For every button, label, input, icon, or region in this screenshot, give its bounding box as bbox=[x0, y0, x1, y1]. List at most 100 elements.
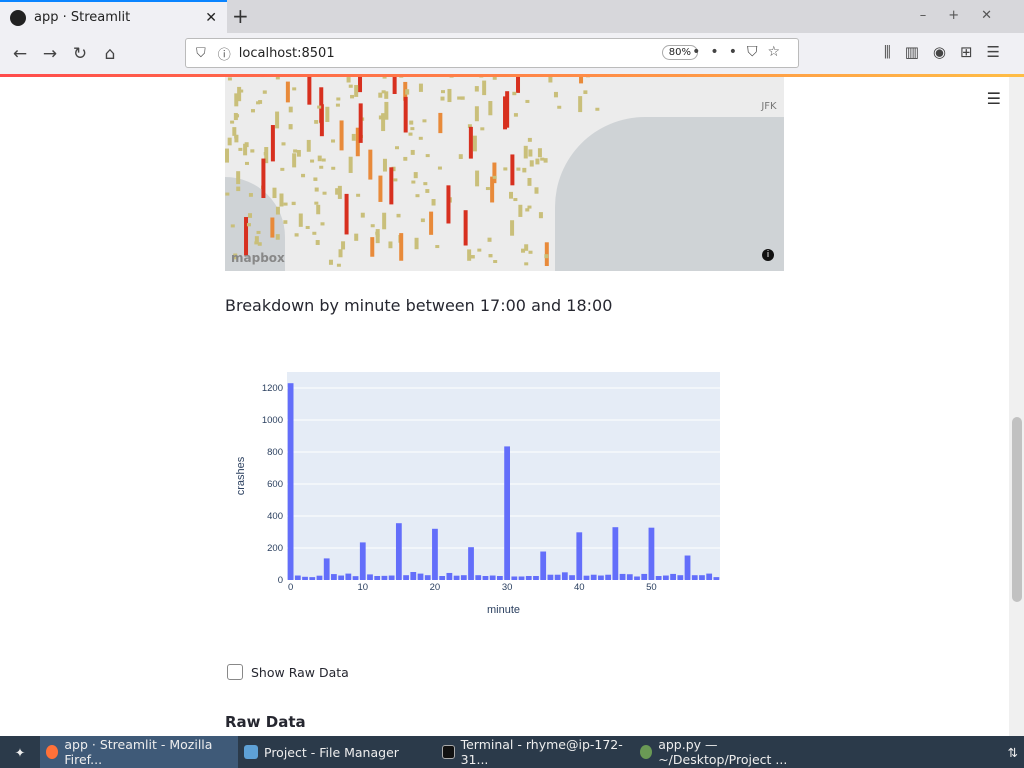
hexagon-column bbox=[293, 149, 298, 153]
bar bbox=[338, 575, 345, 580]
hexagon-column bbox=[524, 262, 529, 266]
network-icon[interactable]: ⇅ bbox=[1002, 736, 1024, 768]
hexagon-column bbox=[382, 77, 387, 79]
hexagon-column bbox=[305, 225, 310, 229]
firefox-icon bbox=[46, 745, 59, 759]
hexagon-column bbox=[346, 77, 351, 83]
hexagon-column bbox=[458, 154, 463, 159]
main-menu-icon[interactable]: ☰ bbox=[987, 89, 1001, 108]
hexagon-column bbox=[270, 125, 275, 162]
new-tab-button[interactable]: + bbox=[232, 4, 249, 28]
hexagon-column bbox=[392, 77, 397, 94]
hexagon-column bbox=[553, 91, 558, 98]
bar bbox=[331, 574, 337, 580]
hexagon-column bbox=[351, 133, 356, 141]
taskbar-label: app · Streamlit - Mozilla Firef... bbox=[64, 737, 213, 767]
show-raw-data-checkbox[interactable]: Show Raw Data bbox=[227, 664, 349, 680]
hexagon-column bbox=[423, 182, 428, 186]
bar bbox=[533, 576, 539, 580]
hexagon-column bbox=[358, 103, 363, 143]
hexagon-column bbox=[468, 126, 473, 159]
hexagon-column bbox=[413, 172, 418, 179]
hexagon-column bbox=[262, 90, 267, 94]
hexagon-column bbox=[503, 167, 508, 171]
reload-button[interactable]: ↻ bbox=[65, 44, 95, 64]
hexagon-column bbox=[375, 229, 380, 244]
url-bar[interactable]: ⛉ ⓘ localhost:8501 80% •••⛉☆ bbox=[185, 38, 799, 68]
hexagon-column bbox=[280, 167, 285, 171]
checkbox-box[interactable] bbox=[227, 664, 243, 680]
hexagon-column bbox=[292, 153, 297, 168]
info-icon[interactable]: ⓘ bbox=[218, 44, 231, 63]
hexagon-layer bbox=[225, 77, 600, 267]
bar-chart[interactable]: 0 200 400 600 800 1000 1200 0 10 20 30 40 50 minute cr… bbox=[225, 285, 735, 625]
hexagon-column bbox=[447, 88, 452, 103]
hexagon-column bbox=[250, 149, 255, 153]
x-tick-label: 10 bbox=[357, 582, 368, 593]
tab-app[interactable]: app · Streamlit ✕ bbox=[0, 0, 227, 33]
hexagon-column bbox=[477, 248, 482, 252]
hexagon-column bbox=[285, 81, 290, 103]
x-tick-label: 0 bbox=[288, 582, 293, 593]
close-tab-icon[interactable]: ✕ bbox=[205, 10, 217, 26]
hexagon-column bbox=[336, 263, 341, 267]
bar bbox=[287, 383, 294, 580]
hexagon-column bbox=[315, 240, 320, 245]
hexagon-column bbox=[488, 254, 493, 258]
taskbar-terminal[interactable]: Terminal - rhyme@ip-172-31... bbox=[436, 736, 634, 768]
bar bbox=[648, 527, 655, 580]
page-actions[interactable]: •••⛉☆ bbox=[692, 44, 790, 60]
taskbar-file-manager[interactable]: Project - File Manager bbox=[238, 736, 436, 768]
taskbar-firefox[interactable]: app · Streamlit - Mozilla Firef... bbox=[40, 736, 238, 768]
hexagon-column bbox=[384, 91, 389, 99]
bar bbox=[554, 574, 561, 580]
hexagon-column bbox=[474, 106, 479, 122]
hexagon-column bbox=[399, 233, 404, 261]
hexagon-column bbox=[516, 167, 521, 171]
forward-button[interactable]: → bbox=[35, 44, 65, 64]
deck-map[interactable]: JFK mapbox i bbox=[225, 77, 784, 271]
hexagon-column bbox=[509, 191, 514, 199]
scrollbar-thumb[interactable] bbox=[1012, 417, 1022, 602]
hexagon-column bbox=[256, 101, 261, 105]
bar bbox=[417, 573, 424, 580]
hexagon-column bbox=[321, 158, 326, 162]
home-button[interactable]: ⌂ bbox=[95, 44, 125, 64]
hexagon-column bbox=[254, 241, 259, 245]
url-text[interactable]: localhost:8501 bbox=[239, 46, 335, 61]
hexagon-column bbox=[409, 120, 414, 125]
nav-bar: ← → ↻ ⌂ ⛉ ⓘ localhost:8501 80% •••⛉☆ ⫼▥◉… bbox=[0, 33, 1024, 74]
hexagon-column bbox=[288, 124, 293, 130]
hexagon-column bbox=[235, 114, 240, 118]
hexagon-column bbox=[292, 87, 297, 91]
hexagon-column bbox=[244, 217, 249, 256]
bar bbox=[561, 572, 568, 580]
hexagon-column bbox=[540, 157, 545, 161]
hexagon-column bbox=[275, 234, 280, 240]
taskbar-editor[interactable]: app.py — ~/Desktop/Project ... bbox=[634, 736, 832, 768]
scrollbar[interactable] bbox=[1009, 77, 1024, 736]
bar bbox=[309, 577, 316, 580]
info-icon[interactable]: i bbox=[762, 249, 774, 261]
start-menu-icon[interactable]: ✦ bbox=[0, 736, 40, 768]
hexagon-column bbox=[368, 149, 373, 180]
mapbox-logo[interactable]: mapbox bbox=[231, 251, 285, 265]
hexagon-column bbox=[595, 107, 600, 111]
hexagon-column bbox=[544, 242, 549, 267]
window-controls[interactable]: –+✕ bbox=[920, 8, 1014, 23]
hexagon-column bbox=[503, 96, 508, 130]
back-button[interactable]: ← bbox=[5, 44, 35, 64]
hexagon-column bbox=[493, 260, 498, 264]
hexagon-column bbox=[244, 161, 249, 165]
hexagon-column bbox=[328, 259, 333, 265]
hexagon-column bbox=[275, 206, 280, 215]
x-axis-label: minute bbox=[487, 604, 520, 616]
hexagon-column bbox=[283, 220, 288, 224]
taskbar-label: Terminal - rhyme@ip-172-31... bbox=[460, 737, 623, 767]
hexagon-column bbox=[410, 127, 415, 131]
hexagon-column bbox=[510, 154, 515, 186]
toolbar-icons[interactable]: ⫼▥◉⊞☰ bbox=[884, 43, 1014, 61]
shield-icon[interactable]: ⛉ bbox=[196, 46, 206, 61]
hexagon-column bbox=[415, 194, 420, 198]
hexagon-column bbox=[296, 149, 301, 157]
